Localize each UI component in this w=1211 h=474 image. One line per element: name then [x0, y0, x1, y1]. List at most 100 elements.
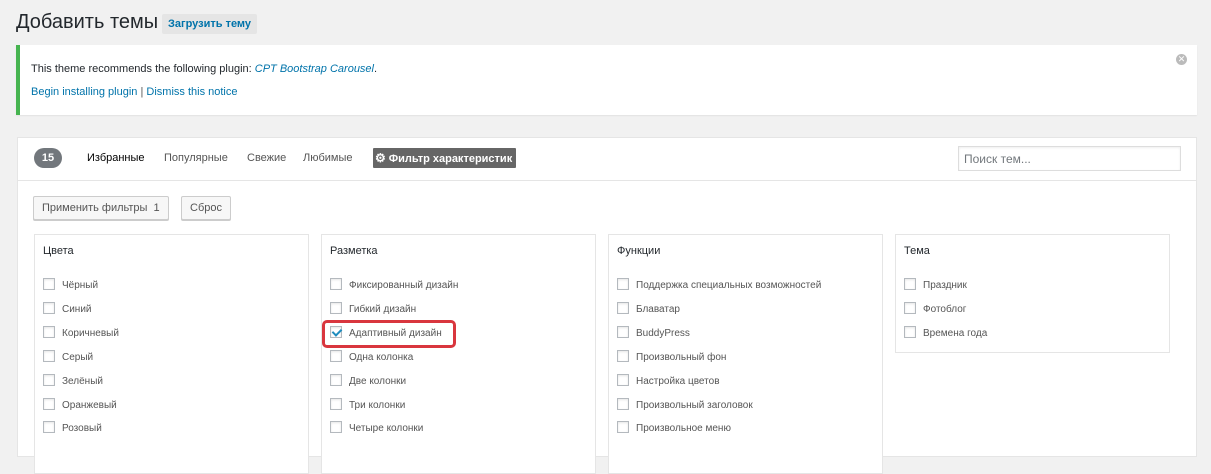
filter-option[interactable]: Одна колонка	[330, 350, 414, 365]
filter-group-title: Функции	[617, 245, 661, 257]
page-title: Добавить темы	[16, 11, 159, 33]
apply-filters-count: 1	[153, 202, 160, 214]
plugin-notice: This theme recommends the following plug…	[16, 45, 1197, 115]
filter-option[interactable]: Блаватар	[617, 302, 680, 317]
checkbox[interactable]	[43, 302, 55, 315]
checkbox[interactable]	[43, 398, 55, 411]
checkbox[interactable]	[330, 278, 342, 291]
filter-option[interactable]: Розовый	[43, 421, 102, 436]
reset-button[interactable]: Сброс	[181, 196, 231, 220]
filter-option-label: Розовый	[62, 423, 102, 434]
checkbox[interactable]	[617, 350, 629, 363]
tab-popular[interactable]: Популярные	[164, 152, 228, 164]
filter-group-features: Функции Поддержка специальных возможност…	[608, 234, 883, 474]
filter-option[interactable]: Зелёный	[43, 374, 103, 389]
checkbox[interactable]	[904, 326, 916, 339]
notice-links: Begin installing plugin | Dismiss this n…	[31, 86, 237, 98]
filter-option[interactable]: Произвольный заголовок	[617, 398, 753, 413]
tab-latest[interactable]: Свежие	[247, 152, 286, 164]
dismiss-notice-link[interactable]: Dismiss this notice	[146, 86, 237, 98]
filter-option[interactable]: Фотоблог	[904, 302, 967, 317]
filter-option-label: Адаптивный дизайн	[349, 328, 442, 339]
theme-count-badge: 15	[34, 148, 62, 168]
filter-option-label: Четыре колонки	[349, 423, 424, 434]
filter-option[interactable]: Адаптивный дизайн	[330, 326, 442, 341]
apply-filters-button[interactable]: Применить фильтры 1	[33, 196, 169, 220]
theme-filter-panel: 15 Избранные Популярные Свежие Любимые ⚙…	[17, 137, 1197, 474]
checkbox[interactable]	[330, 350, 342, 363]
filter-option-label: Произвольное меню	[636, 423, 731, 434]
filter-option-label: Поддержка специальных возможностей	[636, 280, 822, 291]
plugin-name-link[interactable]: CPT Bootstrap Carousel	[255, 63, 374, 75]
filter-option[interactable]: Поддержка специальных возможностей	[617, 278, 822, 293]
filter-option-label: Три колонки	[349, 400, 406, 411]
filter-option[interactable]: Две колонки	[330, 374, 407, 389]
checkbox[interactable]	[330, 398, 342, 411]
filter-option-label: Произвольный фон	[636, 352, 727, 363]
checkbox[interactable]	[43, 326, 55, 339]
filter-group-colors: Цвета Чёрный Синий Коричневый Серый Зелё…	[34, 234, 309, 474]
filter-option-label: Фотоблог	[923, 304, 967, 315]
link-separator: |	[140, 86, 144, 98]
filter-option-label: Фиксированный дизайн	[349, 280, 459, 291]
filter-option[interactable]: Синий	[43, 302, 92, 317]
filter-option-label: Произвольный заголовок	[636, 400, 753, 411]
begin-installing-link[interactable]: Begin installing plugin	[31, 86, 137, 98]
checkbox[interactable]	[904, 278, 916, 291]
filter-option[interactable]: Гибкий дизайн	[330, 302, 417, 317]
checkbox[interactable]	[617, 374, 629, 387]
filter-option[interactable]: Три колонки	[330, 398, 406, 413]
filter-option[interactable]: Серый	[43, 350, 93, 365]
filter-option-label: Зелёный	[62, 376, 103, 387]
upload-theme-button[interactable]: Загрузить тему	[162, 14, 258, 34]
filter-option[interactable]: Времена года	[904, 326, 988, 341]
filter-option-label: BuddyPress	[636, 328, 690, 339]
notice-message-prefix: This theme recommends the following plug…	[31, 63, 255, 75]
checkbox[interactable]	[617, 278, 629, 291]
close-icon[interactable]: ✕	[1176, 54, 1187, 65]
notice-message-suffix: .	[374, 63, 378, 75]
filter-option[interactable]: Фиксированный дизайн	[330, 278, 459, 293]
filter-option[interactable]: Четыре колонки	[330, 421, 424, 436]
checkbox-checked[interactable]	[330, 326, 342, 339]
feature-filter-label: Фильтр характеристик	[388, 153, 513, 165]
checkbox[interactable]	[330, 302, 342, 315]
checkbox[interactable]	[43, 278, 55, 291]
notice-message: This theme recommends the following plug…	[31, 63, 377, 75]
filter-option[interactable]: Праздник	[904, 278, 967, 293]
filter-group-title: Цвета	[43, 245, 74, 257]
gear-icon: ⚙	[375, 151, 386, 165]
filter-option-label: Синий	[62, 304, 92, 315]
filter-option[interactable]: Произвольный фон	[617, 350, 727, 365]
checkbox[interactable]	[617, 421, 629, 434]
filter-group-layout: Разметка Фиксированный дизайн Гибкий диз…	[321, 234, 596, 474]
filter-option-label: Чёрный	[62, 280, 99, 291]
feature-filter-button[interactable]: ⚙ Фильтр характеристик	[373, 148, 517, 168]
filter-option[interactable]: Произвольное меню	[617, 421, 731, 436]
checkbox[interactable]	[330, 374, 342, 387]
filter-option[interactable]: Оранжевый	[43, 398, 117, 413]
tab-favorites[interactable]: Любимые	[303, 152, 353, 164]
checkbox[interactable]	[43, 350, 55, 363]
tab-featured[interactable]: Избранные	[87, 152, 145, 164]
checkbox[interactable]	[617, 398, 629, 411]
filter-option-label: Времена года	[923, 328, 988, 339]
checkbox[interactable]	[43, 421, 55, 434]
filter-group-subject: Тема Праздник Фотоблог Времена года	[895, 234, 1170, 353]
filter-option-label: Гибкий дизайн	[349, 304, 417, 315]
filter-option[interactable]: Настройка цветов	[617, 374, 720, 389]
checkbox[interactable]	[43, 374, 55, 387]
filter-option-label: Две колонки	[349, 376, 407, 387]
filter-option[interactable]: Коричневый	[43, 326, 119, 341]
checkbox[interactable]	[330, 421, 342, 434]
filter-option[interactable]: Чёрный	[43, 278, 99, 293]
filter-option-label: Оранжевый	[62, 400, 117, 411]
checkbox[interactable]	[904, 302, 916, 315]
checkbox[interactable]	[617, 326, 629, 339]
filter-option-label: Праздник	[923, 280, 967, 291]
filter-option-label: Одна колонка	[349, 352, 414, 363]
checkbox[interactable]	[617, 302, 629, 315]
search-input[interactable]	[958, 146, 1181, 171]
apply-filters-label: Применить фильтры	[42, 202, 148, 214]
filter-option[interactable]: BuddyPress	[617, 326, 690, 341]
